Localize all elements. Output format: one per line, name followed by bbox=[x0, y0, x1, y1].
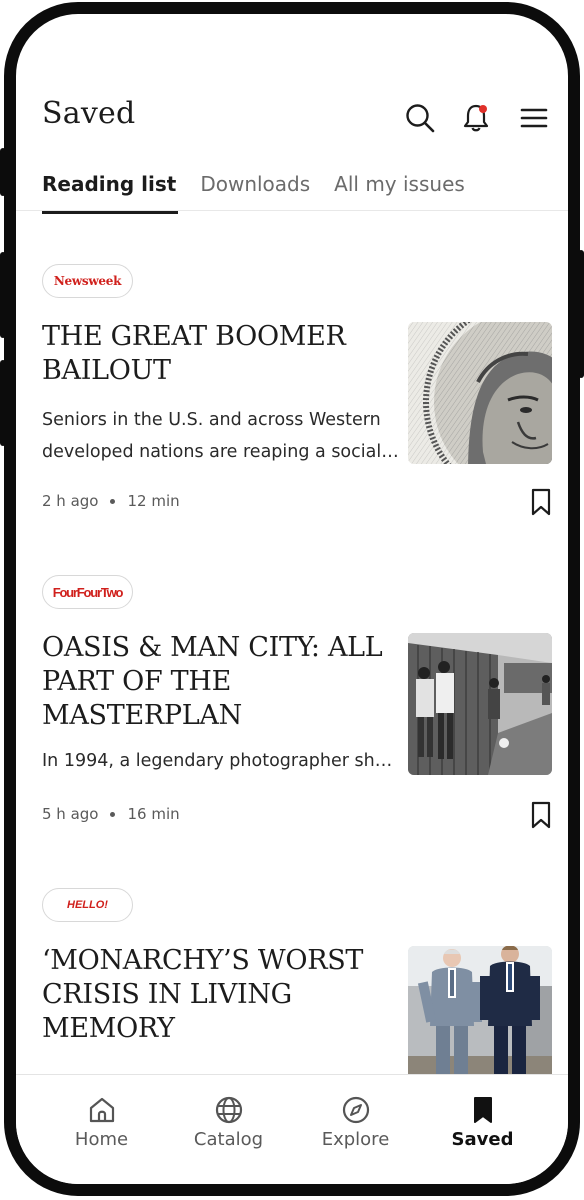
read-time: 16 min bbox=[127, 805, 180, 823]
notification-dot bbox=[479, 105, 487, 113]
tab-bar: Reading list Downloads All my issues bbox=[42, 172, 465, 214]
tab-downloads[interactable]: Downloads bbox=[200, 172, 310, 214]
bookmark-icon[interactable] bbox=[530, 488, 552, 516]
article-summary: In 1994, a legendary photographer shot s… bbox=[42, 751, 402, 771]
menu-icon[interactable] bbox=[518, 102, 550, 134]
read-time: 12 min bbox=[127, 492, 180, 510]
article-image-banknote[interactable] bbox=[408, 322, 552, 464]
bookmark-icon bbox=[473, 1097, 492, 1123]
publication-badge: HELLO! bbox=[42, 888, 133, 922]
publication-badge: FourFourTwo bbox=[42, 575, 133, 609]
nav-saved[interactable]: Saved bbox=[433, 1095, 533, 1184]
separator-dot bbox=[110, 498, 116, 504]
time-ago: 2 h ago bbox=[42, 492, 99, 510]
home-icon bbox=[89, 1097, 114, 1123]
bookmark-icon[interactable] bbox=[530, 801, 552, 829]
separator-dot bbox=[110, 811, 116, 817]
search-icon[interactable] bbox=[404, 102, 436, 134]
nav-label: Saved bbox=[451, 1129, 514, 1150]
nav-explore[interactable]: Explore bbox=[306, 1095, 406, 1184]
nav-catalog[interactable]: Catalog bbox=[179, 1095, 279, 1184]
tab-reading-list[interactable]: Reading list bbox=[42, 172, 179, 214]
article-meta: 2 h ago 12 min bbox=[42, 492, 180, 510]
nav-label: Catalog bbox=[193, 1129, 264, 1150]
article-image-street-photo[interactable] bbox=[408, 633, 552, 775]
nav-label: Explore bbox=[321, 1129, 390, 1150]
article-card[interactable]: HELLO! ‘MONARCHY’S WORST CRISIS IN LIVIN… bbox=[42, 888, 552, 1078]
article-meta: 5 h ago 16 min bbox=[42, 805, 180, 823]
article-image-two-men[interactable] bbox=[408, 946, 552, 1078]
tab-all-my-issues[interactable]: All my issues bbox=[334, 172, 465, 214]
publication-badge: Newsweek bbox=[42, 264, 133, 298]
article-card[interactable]: Newsweek THE GREAT BOOMER BAILOUT Senior… bbox=[42, 264, 552, 524]
bell-icon[interactable] bbox=[460, 102, 492, 134]
article-card[interactable]: FourFourTwo OASIS & MAN CITY: ALL PART O… bbox=[42, 575, 552, 845]
nav-home[interactable]: Home bbox=[52, 1095, 152, 1184]
bottom-nav: Home Catalog Explore Saved bbox=[16, 1074, 568, 1184]
tab-divider bbox=[16, 210, 568, 211]
app-screen: Saved Reading list Downloads All my issu… bbox=[16, 14, 568, 1184]
nav-label: Home bbox=[74, 1129, 129, 1150]
article-summary: Seniors in the U.S. and across Western d… bbox=[42, 410, 382, 462]
globe-icon bbox=[215, 1096, 242, 1124]
article-headline[interactable]: THE GREAT BOOMER BAILOUT bbox=[42, 320, 398, 388]
phone-frame: Saved Reading list Downloads All my issu… bbox=[4, 2, 580, 1196]
article-headline[interactable]: ‘MONARCHY’S WORST CRISIS IN LIVING MEMOR… bbox=[42, 944, 398, 1046]
article-headline[interactable]: OASIS & MAN CITY: ALL PART OF THE MASTER… bbox=[42, 631, 398, 733]
compass-icon bbox=[342, 1096, 369, 1124]
time-ago: 5 h ago bbox=[42, 805, 99, 823]
page-title: Saved bbox=[42, 96, 136, 131]
